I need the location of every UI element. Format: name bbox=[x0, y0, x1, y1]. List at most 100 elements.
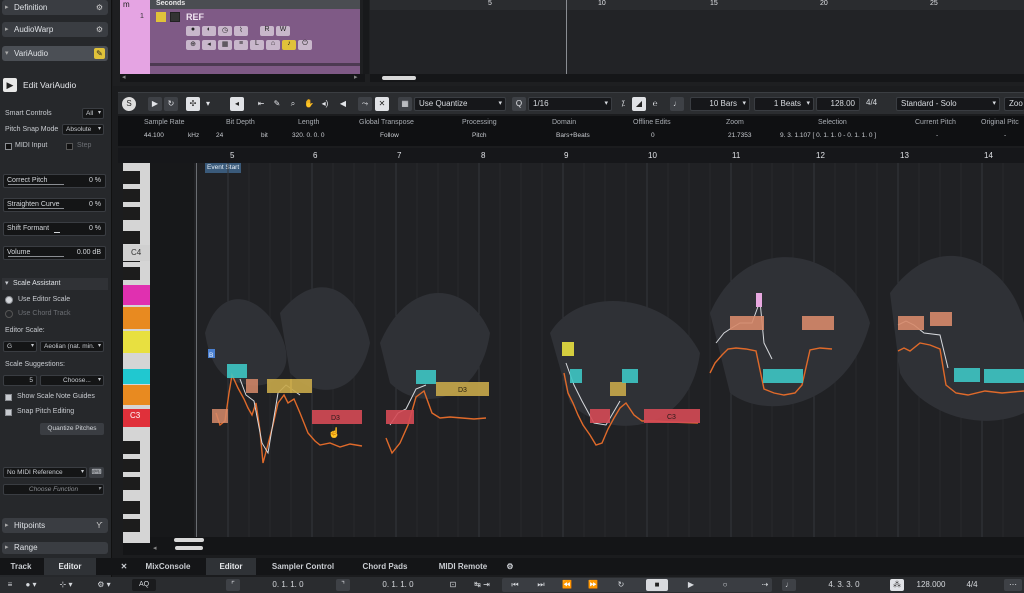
sync-icon[interactable]: ⇢ bbox=[756, 579, 774, 591]
key-orange[interactable] bbox=[123, 307, 150, 329]
track-mute-icon[interactable] bbox=[170, 12, 180, 22]
lanes-icon[interactable]: ≡ bbox=[234, 40, 248, 50]
read-icon[interactable]: R bbox=[260, 26, 274, 36]
scale-suggestions-select[interactable]: Choose... ▾ bbox=[40, 375, 104, 386]
preset-select[interactable]: Standard - Solo ▾ bbox=[896, 97, 1000, 111]
quantize-select[interactable]: 1/16 ▾ bbox=[528, 97, 612, 111]
h-scroll[interactable] bbox=[370, 74, 1024, 82]
signature-field[interactable]: 4/4 bbox=[862, 97, 892, 111]
previous-marker-icon[interactable]: ⏭ bbox=[532, 579, 550, 591]
section-audiowarp[interactable]: ▸ AudioWarp ⚙ bbox=[2, 22, 108, 37]
length-bars-select[interactable]: 10 Bars ▾ bbox=[690, 97, 750, 111]
tab-midi-remote[interactable]: MIDI Remote bbox=[426, 558, 500, 575]
grid-type-select[interactable]: Use Quantize ▾ bbox=[414, 97, 506, 111]
correct-pitch-slider[interactable]: Correct Pitch 0 % bbox=[3, 174, 106, 188]
solo-editor-icon[interactable]: S bbox=[122, 97, 136, 111]
stop-icon[interactable]: ■ bbox=[646, 579, 668, 591]
tab-sampler-control[interactable]: Sampler Control bbox=[262, 558, 344, 575]
piano-keyboard[interactable]: C4 C3 bbox=[123, 163, 150, 543]
aq-button[interactable]: AQ bbox=[132, 579, 156, 591]
scale-mode-select[interactable]: Aeolian (nat. min. ▾ bbox=[40, 341, 104, 352]
scroll-left-icon[interactable]: ◂ bbox=[122, 73, 126, 81]
key-yellow[interactable] bbox=[123, 331, 150, 353]
scroll-thumb[interactable] bbox=[174, 538, 204, 542]
tab-editor-left[interactable]: Editor bbox=[44, 558, 96, 575]
right-locator-icon[interactable]: ⌝ bbox=[336, 579, 350, 591]
shift-formant-slider[interactable]: Shift Formant 0 % bbox=[3, 222, 106, 236]
timebase-icon[interactable]: ◷ bbox=[218, 26, 232, 36]
note-icon[interactable]: ♩ bbox=[782, 579, 796, 591]
tempo-field[interactable]: 128.00 bbox=[816, 97, 860, 111]
volume-slider[interactable]: Volume 0.00 dB bbox=[3, 246, 106, 260]
project-divider[interactable] bbox=[363, 0, 369, 74]
forward-icon[interactable]: ⏩ bbox=[584, 579, 602, 591]
grid-icon[interactable]: ▦ bbox=[398, 97, 412, 111]
zoom-icon[interactable]: ⌕ bbox=[286, 97, 300, 111]
info-value[interactable]: Follow bbox=[380, 132, 399, 139]
section-hitpoints[interactable]: ▸ Hitpoints Ƴ bbox=[2, 518, 108, 533]
signature-field[interactable]: 4/4 bbox=[958, 579, 986, 591]
quantize-icon[interactable]: Q bbox=[512, 97, 526, 111]
info-value[interactable]: 24 bbox=[216, 132, 223, 139]
scroll-thumb[interactable] bbox=[175, 546, 203, 550]
section-range[interactable]: ▸ Range bbox=[2, 542, 108, 554]
midi-reference-select[interactable]: No MIDI Reference ▾ bbox=[3, 467, 87, 478]
loop-icon[interactable]: ↻ bbox=[164, 97, 178, 111]
choose-function-select[interactable]: Choose Function ▾ bbox=[3, 484, 104, 495]
black-key[interactable] bbox=[123, 501, 140, 514]
speaker-tool-icon[interactable]: ◀ bbox=[336, 97, 350, 111]
lock-icon[interactable]: ⊡ bbox=[446, 579, 460, 591]
smart-controls-select[interactable]: All ▾ bbox=[82, 108, 104, 119]
record-mode-icon[interactable]: ● ▾ bbox=[20, 579, 42, 591]
black-key[interactable] bbox=[123, 267, 140, 280]
more-icon[interactable]: ⋯ bbox=[1004, 579, 1022, 591]
key-cyan[interactable] bbox=[123, 369, 150, 384]
hitpoint-icon[interactable]: Ƴ bbox=[94, 520, 105, 531]
key-c4[interactable]: C4 bbox=[123, 245, 150, 261]
speaker-icon[interactable]: ◂ bbox=[230, 97, 244, 111]
info-value[interactable]: 21.7353 bbox=[728, 132, 752, 139]
scale-assistant-header[interactable]: ▾ Scale Assistant bbox=[2, 278, 108, 290]
project-timeline[interactable]: 5 10 15 20 25 bbox=[370, 0, 1024, 74]
info-value[interactable]: 9. 3. 1.107 [ 0. 1. 1. 0 - 0. 1. 1. 0 ] bbox=[780, 132, 876, 139]
show-scale-note-guides-checkbox[interactable] bbox=[5, 394, 12, 401]
h-scroll-left[interactable]: ◂ ▸ bbox=[120, 74, 365, 82]
key-magenta[interactable] bbox=[123, 285, 150, 305]
pitch-snap-mode-select[interactable]: Absolute ▾ bbox=[62, 124, 104, 135]
play-icon[interactable]: ▶ bbox=[682, 579, 700, 591]
edit-variaudio-label[interactable]: Edit VariAudio bbox=[23, 80, 76, 90]
list-icon[interactable]: ≡ bbox=[4, 579, 16, 591]
note-icon[interactable]: ♪ bbox=[282, 40, 296, 50]
tempo-field[interactable]: 128.000 bbox=[908, 579, 954, 591]
track-select-icon[interactable] bbox=[156, 12, 166, 22]
iterative-quantize-icon[interactable]: ◢ bbox=[632, 97, 646, 111]
settings-icon[interactable]: ⚙ bbox=[94, 24, 105, 35]
black-key[interactable] bbox=[123, 189, 140, 202]
quantize-pitches-button[interactable]: Quantize Pitches bbox=[40, 423, 104, 435]
snap-active-icon[interactable]: ✕ bbox=[375, 97, 389, 111]
black-key[interactable] bbox=[123, 231, 140, 244]
left-locator-field[interactable]: 0. 1. 1. 0 bbox=[248, 579, 328, 591]
settings-icon[interactable]: ⚙ bbox=[94, 2, 105, 13]
black-key[interactable] bbox=[123, 441, 140, 454]
solo-icon[interactable]: ⌂ bbox=[266, 40, 280, 50]
black-key[interactable] bbox=[123, 171, 140, 184]
info-value[interactable]: 320. 0. 0. 0 bbox=[292, 132, 325, 139]
tempo-track-icon[interactable]: ⁂ bbox=[890, 579, 904, 591]
scroll-left-icon[interactable]: ◂ bbox=[153, 544, 157, 552]
slider-knob[interactable] bbox=[54, 232, 60, 233]
chevron-down-icon[interactable]: ▾ bbox=[202, 97, 214, 111]
go-to-start-icon[interactable]: ⏮ bbox=[506, 579, 524, 591]
monitor-icon[interactable]: ◐ bbox=[202, 26, 216, 36]
power-icon[interactable]: ⏻ bbox=[298, 40, 312, 50]
rewind-icon[interactable]: ⏪ bbox=[558, 579, 576, 591]
gear-icon[interactable]: ⚙ bbox=[502, 558, 518, 575]
track-header[interactable]: Seconds REF ● ◐ ◷ ⌇ R W ⊕ ◂ ▦ ≡ L ⌂ ♪ ⏻ bbox=[150, 0, 360, 74]
black-key[interactable] bbox=[123, 207, 140, 220]
info-value[interactable]: 44.100 bbox=[144, 132, 164, 139]
black-key[interactable] bbox=[123, 477, 140, 490]
variaudio-editor[interactable]: Event Start B D3 D3 C3 ☝ bbox=[150, 163, 1024, 543]
editor-ruler[interactable]: 5 6 7 8 9 10 11 12 13 14 bbox=[118, 148, 1024, 163]
record-icon[interactable]: ○ bbox=[716, 579, 734, 591]
quantize-settings-icon[interactable]: ℮ bbox=[648, 97, 662, 111]
